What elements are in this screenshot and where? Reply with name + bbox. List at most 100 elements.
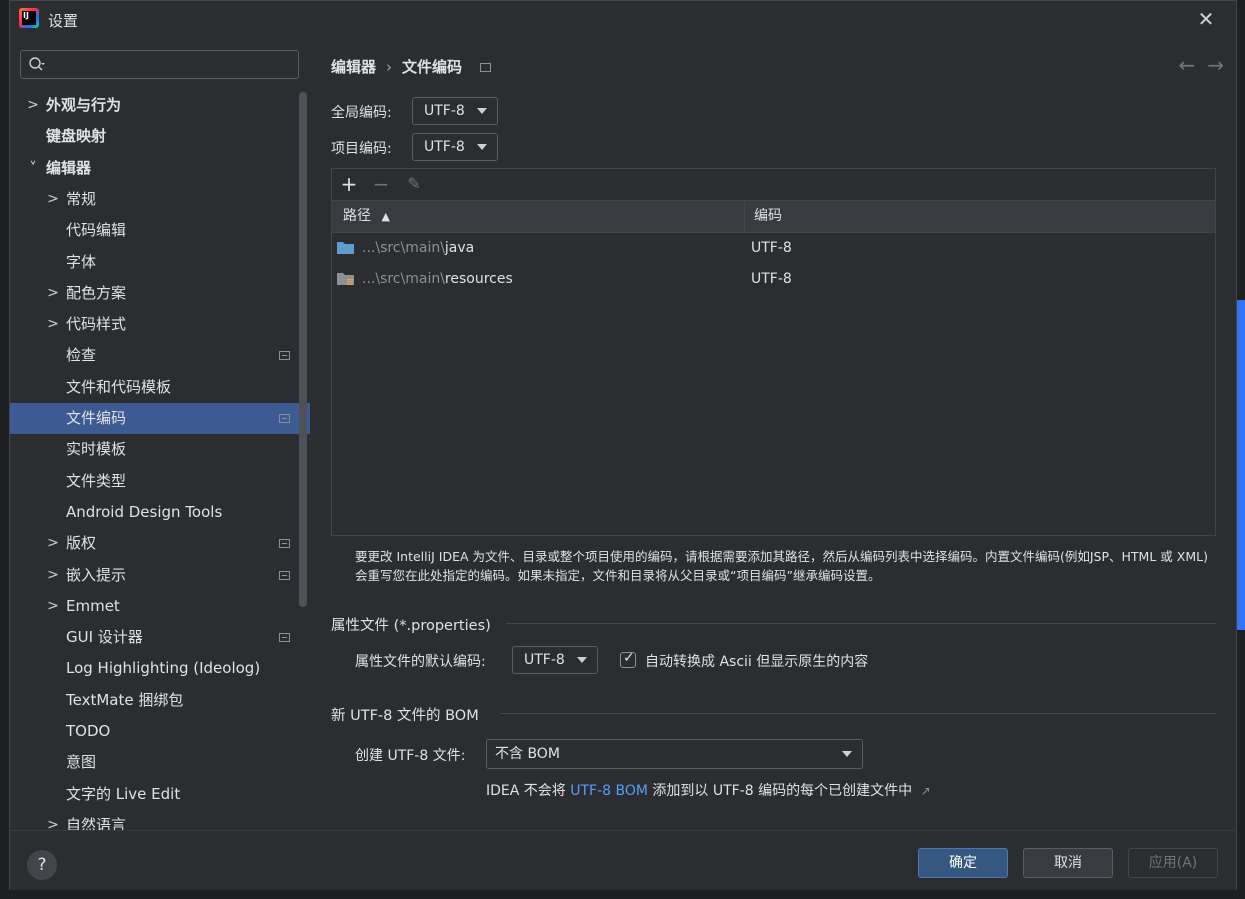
bom-info-prefix: IDEA 不会将 (486, 783, 571, 799)
utf8-bom-link[interactable]: UTF-8 BOM (570, 783, 648, 799)
project-encoding-dropdown[interactable]: UTF-8 (412, 133, 498, 161)
back-arrow-icon[interactable]: ← (1178, 53, 1195, 77)
chevron-right-icon[interactable]: > (46, 591, 60, 622)
project-encoding-label: 项目编码: (331, 141, 392, 157)
bom-dropdown[interactable]: 不含 BOM (486, 739, 863, 769)
chevron-right-icon[interactable]: > (26, 90, 40, 121)
sidebar-item[interactable]: 意图 (10, 747, 310, 778)
properties-section-title: 属性文件 (*.properties) (331, 618, 491, 634)
sidebar-item-label: 意图 (66, 753, 97, 772)
encoding-cell[interactable]: UTF-8 (751, 264, 792, 295)
table-row[interactable]: ...\src\main\resources UTF-8 (332, 264, 1215, 295)
sidebar-item-label: 外观与行为 (46, 96, 122, 114)
search-input[interactable] (20, 50, 299, 79)
global-encoding-dropdown[interactable]: UTF-8 (412, 97, 498, 125)
ascii-checkbox-label[interactable]: 自动转换成 Ascii 但显示原生的内容 (645, 651, 868, 671)
sidebar-item[interactable]: > 代码样式 (10, 309, 310, 340)
sidebar-item-label: 实时模板 (66, 440, 127, 459)
properties-default-label: 属性文件的默认编码: (355, 654, 486, 670)
section-divider (500, 713, 1216, 714)
breadcrumb-separator: › (386, 58, 393, 76)
global-encoding-label: 全局编码: (331, 105, 392, 121)
sidebar-item[interactable]: 代码编辑 (10, 215, 310, 246)
sidebar-item[interactable]: Android Design Tools (10, 497, 310, 528)
table-row[interactable]: ...\src\main\java UTF-8 (332, 233, 1215, 264)
chevron-right-icon[interactable]: > (46, 184, 60, 215)
path-prefix: ...\src\main\ (362, 271, 445, 287)
help-button[interactable]: ? (27, 850, 57, 880)
chevron-right-icon[interactable]: > (46, 278, 60, 309)
sidebar-item-label: 代码编辑 (66, 221, 127, 240)
folder-icon (337, 242, 354, 254)
project-scope-icon (279, 539, 290, 549)
chevron-down-icon[interactable]: ˅ (26, 153, 40, 184)
project-encoding-value: UTF-8 (424, 139, 465, 155)
sort-ascending-icon: ▲ (381, 210, 390, 223)
sidebar-item[interactable]: Log Highlighting (Ideolog) (10, 653, 310, 684)
main-panel: 编辑器 › 文件编码 ← → 全局编码: UTF-8 项目编码: UTF-8 + − … (310, 37, 1236, 830)
sidebar-item-label: 文字的 Live Edit (66, 784, 181, 803)
sidebar-item[interactable]: ˅ 编辑器 (10, 153, 310, 184)
ok-button[interactable]: 确定 (918, 848, 1008, 878)
edit-icon[interactable]: ✎ (403, 173, 425, 195)
sidebar-item[interactable]: > 自然语言 (10, 810, 310, 830)
path-cell: ...\src\main\java (362, 233, 474, 264)
settings-dialog: 设置 ✕ > 外观与行为键盘映射 ˅ 编辑器 > 常规代码编辑字体 > 配色方案 > 代码样式检查… (9, 0, 1237, 890)
sidebar-item[interactable]: TODO (10, 716, 310, 747)
chevron-right-icon[interactable]: > (46, 560, 60, 591)
apply-button[interactable]: 应用(A) (1128, 848, 1218, 878)
properties-encoding-dropdown[interactable]: UTF-8 (512, 646, 598, 674)
sidebar-item[interactable]: 文件类型 (10, 466, 310, 497)
breadcrumb-current: 文件编码 (402, 58, 463, 76)
cancel-button[interactable]: 取消 (1023, 848, 1113, 878)
sidebar-item[interactable]: > 配色方案 (10, 278, 310, 309)
ascii-checkbox[interactable] (620, 650, 636, 668)
sidebar-item-label: 嵌入提示 (66, 565, 127, 584)
sidebar-item[interactable]: > 外观与行为 (10, 90, 310, 121)
sidebar-item[interactable]: TextMate 捆绑包 (10, 685, 310, 716)
bom-dropdown-value: 不含 BOM (495, 746, 560, 762)
global-encoding-value: UTF-8 (424, 103, 465, 119)
bom-info-suffix: 添加到以 UTF-8 编码的每个已创建文件中 (647, 783, 913, 799)
column-divider[interactable] (744, 201, 745, 232)
bom-create-label: 创建 UTF-8 文件: (355, 748, 466, 764)
project-scope-icon (480, 63, 492, 72)
sidebar-item[interactable]: 键盘映射 (10, 121, 310, 152)
sidebar-item[interactable]: 实时模板 (10, 434, 310, 465)
add-icon[interactable]: + (338, 173, 360, 195)
sidebar-scrollbar[interactable] (299, 92, 307, 607)
sidebar-item-label: 文件编码 (66, 409, 127, 427)
column-header-path[interactable]: 路径 ▲ (343, 201, 390, 232)
section-divider (506, 623, 1216, 624)
sidebar-item[interactable]: > Emmet (10, 591, 310, 622)
sidebar-item[interactable]: 字体 (10, 247, 310, 278)
sidebar-item-label: 文件和代码模板 (66, 377, 172, 396)
sidebar-item-label: 检查 (66, 346, 97, 365)
encoding-cell[interactable]: UTF-8 (751, 233, 792, 264)
sidebar-item[interactable]: > 嵌入提示 (10, 560, 310, 591)
sidebar-item[interactable]: > 版权 (10, 528, 310, 559)
close-icon[interactable]: ✕ (1196, 9, 1216, 29)
external-link-icon: ↗ (920, 784, 931, 798)
chevron-right-icon[interactable]: > (46, 810, 60, 830)
chevron-right-icon[interactable]: > (46, 309, 60, 340)
sidebar-item-label: Log Highlighting (Ideolog) (66, 659, 261, 678)
remove-icon[interactable]: − (370, 173, 392, 195)
forward-arrow-icon[interactable]: → (1207, 53, 1224, 77)
chevron-down-icon (477, 144, 487, 150)
settings-sidebar: > 外观与行为键盘映射 ˅ 编辑器 > 常规代码编辑字体 > 配色方案 > 代码样式检查文件和代码… (10, 37, 310, 830)
chevron-down-icon (842, 751, 852, 757)
path-name: java (444, 240, 475, 256)
table-toolbar: + − ✎ (332, 169, 1215, 201)
breadcrumb-parent[interactable]: 编辑器 (331, 56, 376, 77)
sidebar-item[interactable]: 文件和代码模板 (10, 372, 310, 403)
column-header-encoding[interactable]: 编码 (754, 201, 782, 232)
sidebar-item[interactable]: GUI 设计器 (10, 622, 310, 653)
chevron-right-icon[interactable]: > (46, 528, 60, 559)
sidebar-item[interactable]: > 常规 (10, 184, 310, 215)
sidebar-item-label: TODO (66, 722, 111, 740)
sidebar-item[interactable]: 文件编码 (10, 403, 310, 434)
sidebar-item[interactable]: 文字的 Live Edit (10, 779, 310, 810)
chevron-down-icon (477, 108, 487, 114)
sidebar-item[interactable]: 检查 (10, 340, 310, 371)
